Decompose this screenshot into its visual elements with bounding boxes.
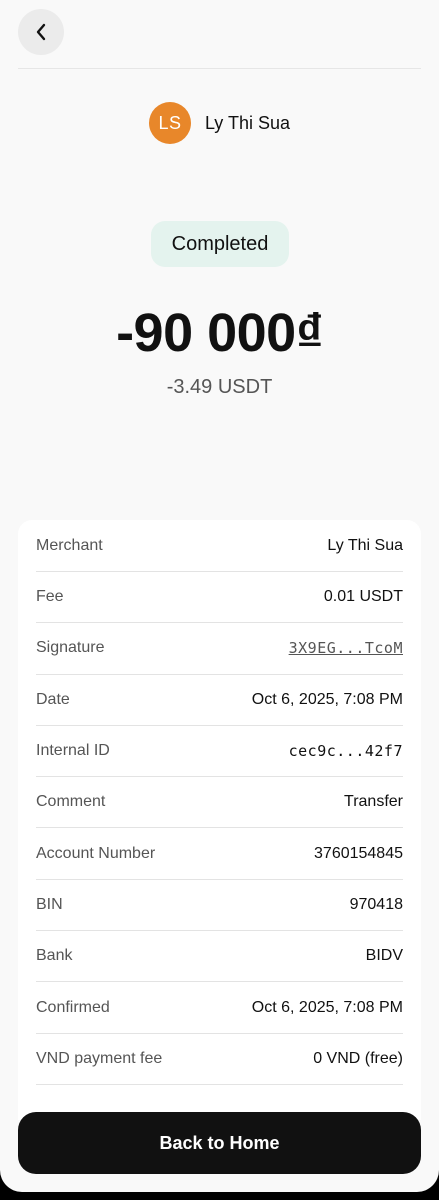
detail-row-date: Date Oct 6, 2025, 7:08 PM (36, 675, 403, 726)
detail-row-confirmed: Confirmed Oct 6, 2025, 7:08 PM (36, 982, 403, 1034)
detail-value: BIDV (365, 947, 403, 965)
detail-label: VND payment fee (36, 1049, 163, 1067)
header-divider (18, 68, 421, 69)
detail-label: Signature (36, 639, 105, 657)
detail-value: Oct 6, 2025, 7:08 PM (251, 690, 403, 708)
detail-row-comment: Comment Transfer (36, 777, 403, 829)
transaction-detail-screen: LS Ly Thi Sua Completed -90 000₫ -3.49 U… (0, 0, 439, 1192)
amount-secondary: -3.49 USDT (166, 376, 273, 398)
detail-value: 0 VND (free) (313, 1049, 403, 1067)
detail-value: 3760154845 (314, 844, 403, 862)
detail-label: Fee (36, 588, 64, 606)
recipient: LS Ly Thi Sua (0, 102, 439, 144)
detail-row-fee: Fee 0.01 USDT (36, 572, 403, 624)
back-button[interactable] (18, 9, 64, 55)
details-card: Merchant Ly Thi Sua Fee 0.01 USDT Signat… (18, 520, 421, 1120)
avatar: LS (148, 102, 191, 144)
detail-label: BIN (36, 895, 63, 913)
detail-label: Date (36, 690, 70, 708)
back-to-home-button[interactable]: Back to Home (18, 1112, 421, 1174)
detail-label: Account Number (36, 844, 156, 862)
detail-value: 970418 (349, 895, 403, 913)
detail-row-bin: BIN 970418 (36, 880, 403, 932)
chevron-left-icon (36, 23, 46, 41)
detail-label: Bank (36, 947, 73, 965)
detail-label: Merchant (36, 536, 103, 554)
detail-value: Oct 6, 2025, 7:08 PM (251, 998, 403, 1016)
detail-row-internal-id: Internal ID cec9c...42f7 (36, 726, 403, 778)
amount-primary: -90 000₫ (116, 303, 323, 363)
detail-value: Transfer (344, 793, 403, 811)
recipient-name: Ly Thi Sua (204, 112, 291, 133)
detail-label: Comment (36, 793, 106, 811)
detail-row-vnd-payment-fee: VND payment fee 0 VND (free) (36, 1034, 403, 1085)
detail-row-bank: Bank BIDV (36, 931, 403, 983)
detail-row-merchant: Merchant Ly Thi Sua (36, 520, 403, 572)
signature-link[interactable]: 3X9EG...TcoM (289, 639, 403, 657)
detail-label: Internal ID (36, 742, 110, 760)
detail-label: Confirmed (36, 998, 110, 1016)
status-badge: Completed (151, 221, 289, 267)
detail-value: Ly Thi Sua (327, 536, 403, 554)
detail-row-signature: Signature 3X9EG...TcoM (36, 623, 403, 675)
detail-value: 0.01 USDT (323, 588, 403, 606)
internal-id-value[interactable]: cec9c...42f7 (289, 742, 403, 760)
top-bar (0, 0, 439, 70)
detail-row-account-number: Account Number 3760154845 (36, 828, 403, 880)
